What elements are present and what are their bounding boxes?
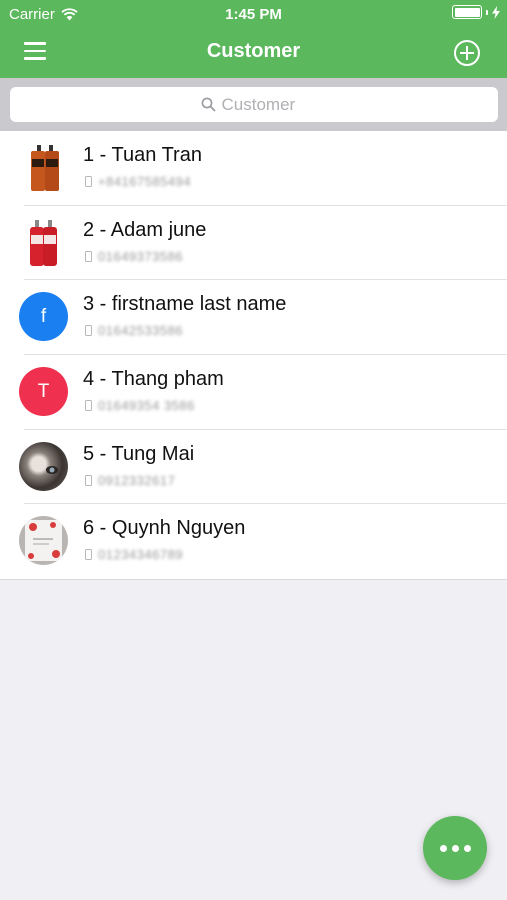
face-photo-icon [46,465,58,474]
phone-icon [85,176,92,187]
customer-name: 2 - Adam june [83,218,207,241]
dot-icon [451,844,459,852]
status-time: 1:45 PM [225,6,282,23]
phone-number: 01649373586 [98,248,184,264]
customer-row[interactable]: 5 - Tung Mai 0912332617 [0,430,507,505]
customer-name: 6 - Quynh Nguyen [83,517,246,540]
avatar [19,441,68,491]
customer-phone: 01649354 3586 [85,398,195,413]
phone-number: 01649354 3586 [98,398,195,414]
status-bar: Carrier 1:45 PM [0,0,507,28]
customer-name: 1 - Tuan Tran [83,144,202,166]
avatar [19,218,68,267]
customer-row[interactable]: T 4 - Thang pham 01649354 3586 [0,355,507,430]
customer-phone: 01649373586 [85,249,183,264]
product-bottles-icon [30,219,57,266]
customer-row[interactable]: 1 - Tuan Tran +84167585494 [0,131,507,206]
status-icons [452,5,500,19]
dot-icon [463,844,471,852]
phone-number: +84167585494 [98,174,192,189]
phone-icon [85,400,92,412]
charging-icon [492,5,500,19]
phone-number: 01642533586 [98,323,184,339]
add-customer-button[interactable] [454,40,480,66]
battery-icon [452,5,482,19]
customer-row[interactable]: f 3 - firstname last name 01642533586 [0,280,507,356]
search-bar [0,78,507,131]
search-icon [201,97,215,112]
customer-phone: 0912332617 [85,473,175,488]
phone-icon [85,549,92,561]
phone-icon [85,250,92,262]
customer-name: 3 - firstname last name [83,293,287,316]
avatar: T [19,367,68,417]
search-field[interactable] [10,87,498,122]
avatar [19,516,68,566]
customer-name: 4 - Thang pham [83,368,224,391]
product-bottles-icon [31,145,59,191]
nav-bar: Customer [0,28,507,78]
document-photo-icon [25,520,62,562]
more-options-button[interactable] [423,816,487,880]
battery-nub [486,9,488,15]
customer-row[interactable]: 2 - Adam june 01649373586 [0,206,507,281]
avatar [19,143,68,192]
search-input[interactable] [221,94,308,115]
customer-phone: 01642533586 [85,323,183,338]
customer-name: 5 - Tung Mai [83,442,195,465]
phone-number: 01234346789 [98,547,184,563]
phone-icon [85,325,92,337]
customer-row[interactable]: 6 - Quynh Nguyen 01234346789 [0,504,507,579]
customer-phone: 01234346789 [85,547,183,562]
page-title: Customer [206,40,301,62]
phone-icon [85,474,92,486]
dot-icon [439,844,447,852]
phone-number: 0912332617 [98,472,176,488]
customer-list: 1 - Tuan Tran +84167585494 2 - Adam june… [0,131,507,581]
customer-phone: +84167585494 [85,174,191,189]
avatar: f [19,292,68,342]
